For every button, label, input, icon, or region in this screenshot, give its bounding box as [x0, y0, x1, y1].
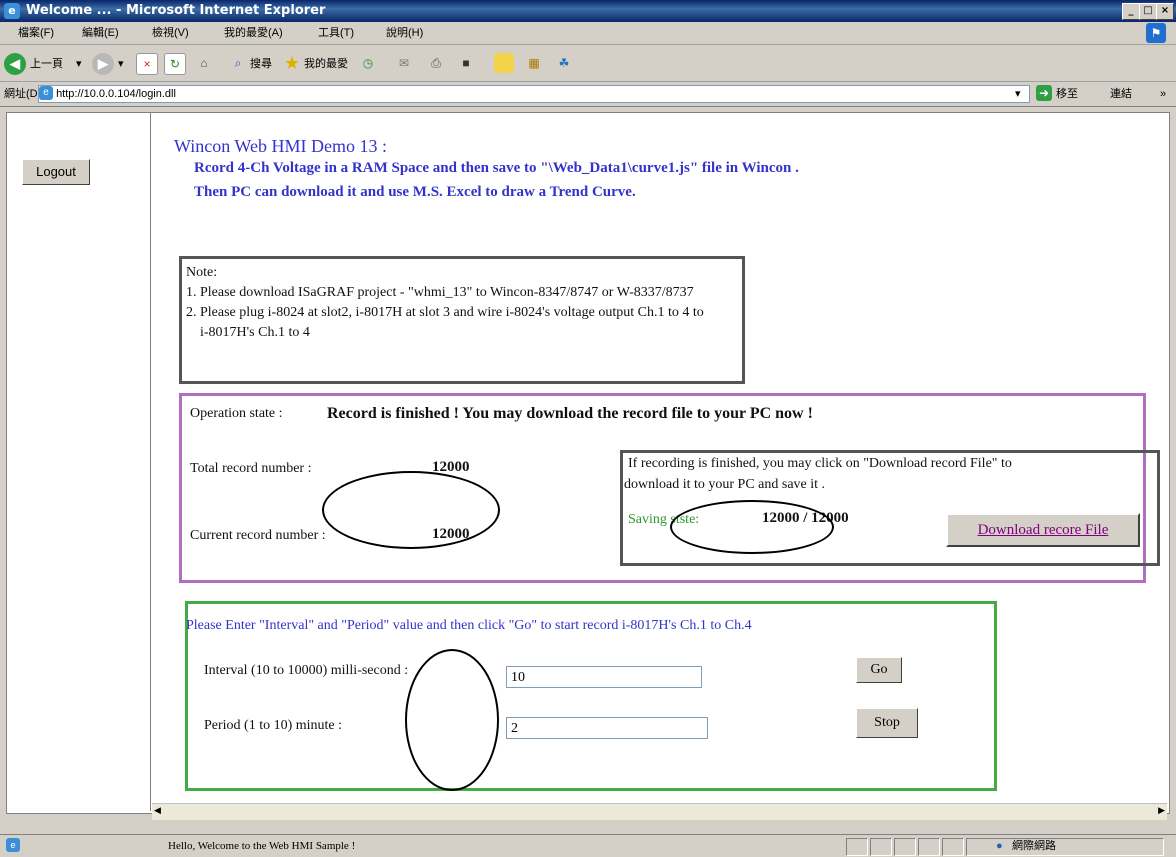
edit-icon[interactable]: ■: [456, 53, 476, 73]
description-line-2: Then PC can download it and use M.S. Exc…: [194, 184, 636, 200]
menu-view[interactable]: 檢視(V): [152, 22, 189, 44]
description-line-1: Rcord 4-Ch Voltage in a RAM Space and th…: [194, 160, 799, 176]
status-segment: [942, 838, 964, 856]
stop-icon[interactable]: ×: [136, 53, 158, 75]
page-icon: e: [39, 86, 53, 100]
annotation-ellipse-inputs: [405, 649, 499, 791]
go-arrow-icon[interactable]: ➜: [1036, 85, 1052, 101]
windows-flag-icon: ⚑: [1146, 23, 1166, 43]
internet-globe-icon: ●: [996, 840, 1003, 852]
menu-bar: 檔案(F) 編輯(E) 檢視(V) 我的最愛(A) 工具(T) 說明(H) ⚑: [0, 22, 1176, 45]
status-page-icon: e: [6, 838, 20, 852]
annotation-ellipse-current-record: [322, 471, 500, 549]
left-frame: Logout: [7, 113, 151, 811]
note-item-1: 1. Please download ISaGRAF project - "wh…: [186, 285, 694, 300]
note-box: Note: 1. Please download ISaGRAF project…: [179, 256, 745, 384]
download-record-file-button[interactable]: Download recore File: [946, 513, 1140, 547]
note-item-2: 2. Please plug i-8024 at slot2, i-8017H …: [186, 305, 704, 320]
home-icon[interactable]: ⌂: [194, 53, 214, 73]
address-dropdown-icon[interactable]: ▾: [1015, 82, 1021, 106]
operation-state-value: Record is finished ! You may download th…: [327, 405, 813, 422]
menu-edit[interactable]: 編輯(E): [82, 22, 119, 44]
links-label[interactable]: 連結: [1110, 82, 1132, 106]
menu-tools[interactable]: 工具(T): [318, 22, 354, 44]
forward-arrow-icon[interactable]: ▶: [92, 53, 114, 75]
close-button[interactable]: ×: [1156, 3, 1174, 20]
status-segment: [918, 838, 940, 856]
refresh-icon[interactable]: ↻: [164, 53, 186, 75]
address-url: http://10.0.0.104/login.dll: [56, 88, 176, 100]
period-label: Period (1 to 10) minute :: [204, 718, 343, 733]
stop-button[interactable]: Stop: [856, 708, 918, 738]
back-button-label[interactable]: 上一頁: [30, 53, 63, 75]
note-item-2-cont: i-8017H's Ch.1 to 4: [200, 325, 310, 340]
address-input[interactable]: e http://10.0.0.104/login.dll: [38, 85, 1030, 103]
address-label: 網址(D): [4, 88, 42, 100]
maximize-button[interactable]: □: [1139, 3, 1157, 20]
messenger-icon[interactable]: ☘: [554, 53, 574, 73]
title-bar: e Welcome ... - Microsoft Internet Explo…: [0, 0, 1176, 22]
menu-file[interactable]: 檔案(F): [18, 22, 54, 44]
download-info-line-1: If recording is finished, you may click …: [628, 456, 1012, 471]
interval-input[interactable]: 10: [506, 666, 702, 688]
search-button-label[interactable]: 搜尋: [250, 53, 272, 75]
toolbar: ◀ 上一頁 ▾ ▶ ▾ × ↻ ⌂ ⌕ 搜尋 ★ 我的最愛 ◷ ✉ ⎙ ■ ▦ …: [0, 45, 1176, 82]
period-input[interactable]: 2: [506, 717, 708, 739]
logout-button[interactable]: Logout: [22, 159, 90, 185]
menu-help[interactable]: 說明(H): [386, 22, 423, 44]
minimize-button[interactable]: _: [1122, 3, 1140, 20]
status-segment: [894, 838, 916, 856]
interval-label: Interval (10 to 10000) milli-second :: [204, 663, 409, 678]
horizontal-scrollbar[interactable]: ◀ ▶: [152, 803, 1167, 820]
print-icon[interactable]: ⎙: [426, 53, 446, 73]
folder-icon[interactable]: [494, 53, 514, 73]
address-bar: 網址(D) e http://10.0.0.104/login.dll ▾ ➜ …: [0, 82, 1176, 107]
total-record-label: Total record number :: [190, 461, 312, 476]
status-message: Hello, Welcome to the Web HMI Sample !: [168, 840, 356, 852]
back-arrow-icon[interactable]: ◀: [4, 53, 26, 75]
status-segment: [846, 838, 868, 856]
page-title: Wincon Web HMI Demo 13 :: [174, 136, 387, 156]
page-content: Logout Wincon Web HMI Demo 13 : Rcord 4-…: [6, 112, 1170, 820]
history-icon[interactable]: ◷: [358, 53, 378, 73]
search-icon[interactable]: ⌕: [228, 53, 248, 73]
favorites-star-icon[interactable]: ★: [282, 53, 302, 73]
research-icon[interactable]: ▦: [524, 53, 544, 73]
menu-favorites[interactable]: 我的最愛(A): [224, 22, 283, 44]
download-info-line-2: download it to your PC and save it .: [624, 477, 826, 492]
mail-icon[interactable]: ✉: [394, 53, 414, 73]
annotation-ellipse-saving-state: [670, 500, 834, 554]
links-expand-icon[interactable]: »: [1160, 82, 1166, 106]
current-record-label: Current record number :: [190, 528, 326, 543]
main-frame: Wincon Web HMI Demo 13 : Rcord 4-Ch Volt…: [152, 113, 1167, 803]
status-zone: 網際網路: [1012, 840, 1056, 852]
note-title: Note:: [186, 265, 218, 280]
status-segment: [870, 838, 892, 856]
go-button-label[interactable]: 移至: [1056, 82, 1078, 106]
ie-logo-icon: e: [4, 3, 20, 19]
scroll-right-icon[interactable]: ▶: [1158, 805, 1165, 816]
favorites-button-label[interactable]: 我的最愛: [304, 53, 348, 75]
go-button[interactable]: Go: [856, 657, 902, 683]
scroll-left-icon[interactable]: ◀: [154, 805, 161, 816]
back-dropdown-icon[interactable]: ▾: [76, 53, 82, 75]
operation-state-label: Operation state :: [190, 406, 283, 421]
status-bar: e Hello, Welcome to the Web HMI Sample !…: [0, 834, 1176, 857]
window-title: Welcome ... - Microsoft Internet Explore…: [26, 3, 326, 18]
forward-dropdown-icon[interactable]: ▾: [118, 53, 124, 75]
record-instruction: Please Enter "Interval" and "Period" val…: [186, 618, 752, 633]
